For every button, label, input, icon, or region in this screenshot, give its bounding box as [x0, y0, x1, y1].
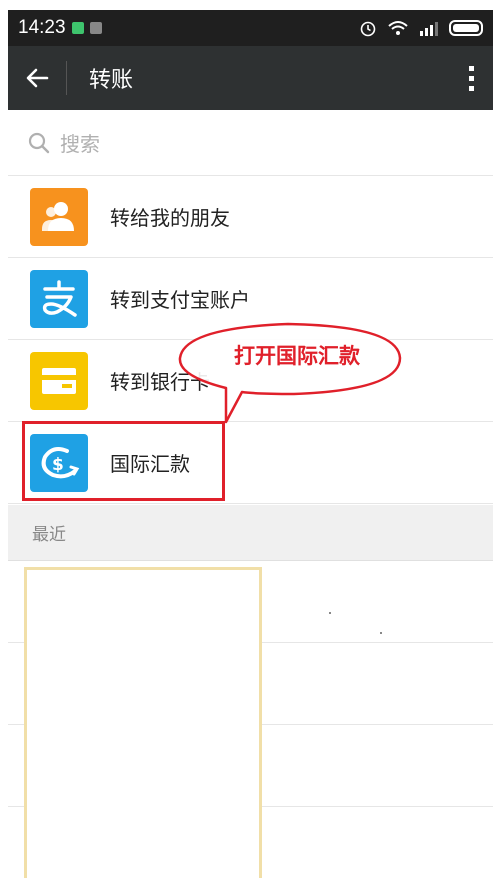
- notification-icon: [71, 22, 84, 34]
- back-arrow-icon[interactable]: [8, 46, 66, 110]
- search-placeholder: 搜索: [60, 132, 100, 156]
- redaction-box: [24, 567, 262, 878]
- search-icon: [28, 132, 50, 153]
- menu-item-label: 转到支付宝账户: [110, 288, 250, 312]
- callout-bubble: [178, 322, 402, 424]
- status-time: 14:23: [18, 17, 66, 38]
- search-bar[interactable]: 搜索: [8, 110, 493, 176]
- menu-item-transfer-to-friend[interactable]: 转给我的朋友: [8, 176, 493, 258]
- recent-section-header: 最近: [8, 505, 493, 561]
- image-notification-icon: [89, 22, 102, 34]
- recent-header-label: 最近: [32, 525, 66, 545]
- callout-text: 打开国际汇款: [234, 344, 360, 368]
- alipay-icon: [30, 269, 88, 328]
- status-bar: 14:23: [8, 10, 493, 46]
- wifi-icon: [388, 21, 408, 35]
- highlight-box: [22, 421, 225, 501]
- bank-card-icon: [30, 351, 88, 410]
- app-bar-divider: [66, 61, 67, 95]
- person-icon: [30, 187, 88, 246]
- more-options-icon[interactable]: [469, 65, 477, 91]
- page-title: 转账: [89, 68, 134, 93]
- app-bar: 转账: [8, 46, 493, 110]
- menu-item-label: 转给我的朋友: [110, 206, 230, 230]
- battery-icon: [449, 20, 483, 36]
- signal-icon: [420, 22, 438, 36]
- alarm-icon: [360, 21, 376, 37]
- speck: [329, 612, 331, 614]
- speck: [380, 632, 382, 634]
